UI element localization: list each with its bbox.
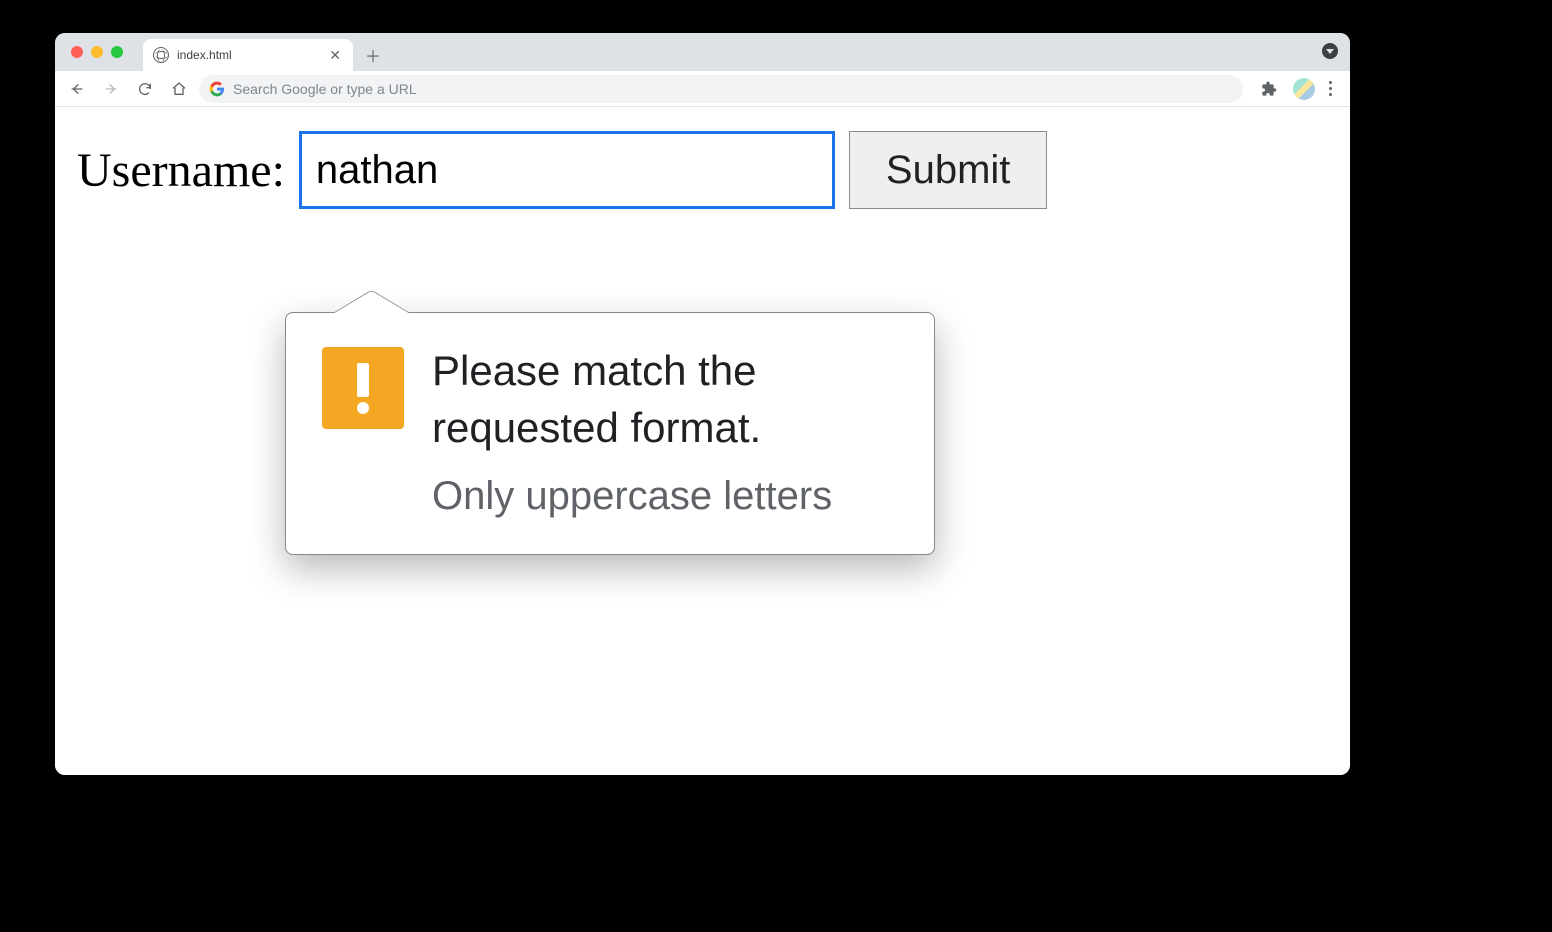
submit-button[interactable]: Submit [849,131,1048,209]
chrome-menu-button[interactable] [1325,77,1336,100]
reload-button[interactable] [131,75,159,103]
address-bar[interactable]: Search Google or type a URL [199,75,1243,103]
home-button[interactable] [165,75,193,103]
validation-primary: Please match the requested format. [432,343,898,456]
toolbar: Search Google or type a URL [55,71,1350,107]
minimize-window-button[interactable] [91,46,103,58]
arrow-right-icon [103,81,119,97]
arrow-left-icon [69,81,85,97]
extensions-button[interactable] [1255,75,1283,103]
forward-button[interactable] [97,75,125,103]
omnibox-placeholder: Search Google or type a URL [233,81,417,97]
new-tab-button[interactable]: ＋ [359,41,387,69]
username-label: Username: [77,143,285,198]
globe-icon [153,47,169,63]
username-form: Username: Submit [77,131,1328,209]
window-controls [65,33,143,71]
tab-strip: index.html ✕ ＋ [55,33,1350,71]
profile-avatar[interactable] [1293,78,1315,100]
puzzle-icon [1261,81,1277,97]
validation-secondary: Only uppercase letters [432,472,898,520]
close-window-button[interactable] [71,46,83,58]
maximize-window-button[interactable] [111,46,123,58]
google-icon [209,81,225,97]
close-tab-button[interactable]: ✕ [327,48,343,62]
validation-text: Please match the requested format. Only … [432,343,898,520]
tab-overflow-button[interactable] [1322,43,1338,59]
home-icon [171,81,187,97]
browser-window: index.html ✕ ＋ Search Google or type a U… [55,33,1350,775]
reload-icon [137,81,153,97]
validation-tooltip: Please match the requested format. Only … [285,312,935,555]
warning-icon [322,347,404,429]
browser-tab[interactable]: index.html ✕ [143,39,353,71]
username-input[interactable] [299,131,835,209]
toolbar-right [1249,75,1342,103]
tab-title: index.html [177,48,327,62]
page-content: Username: Submit Please match the reques… [55,107,1350,775]
back-button[interactable] [63,75,91,103]
